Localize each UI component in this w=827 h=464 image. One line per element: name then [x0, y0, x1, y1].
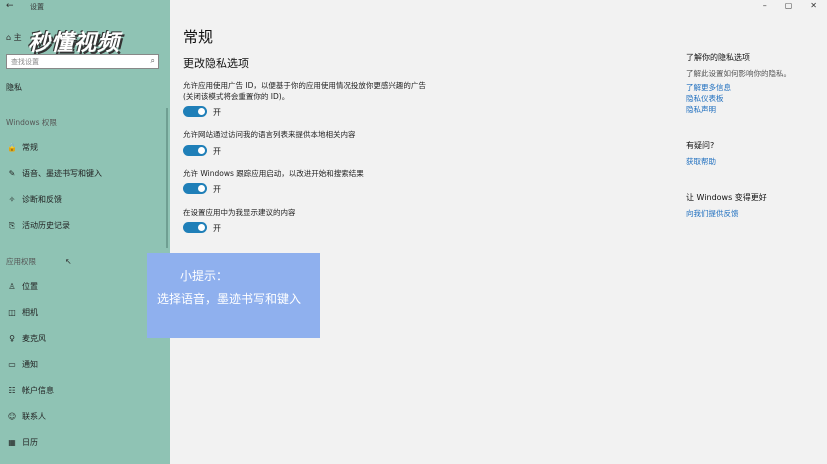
option-app-launch-tracking-text: 允许 Windows 跟踪应用启动，以改进开始和搜索结果 [183, 169, 364, 178]
sidebar-item-diagnostics[interactable]: ✧ 诊断和反馈 [6, 194, 62, 205]
sidebar-item-label: 联系人 [22, 412, 46, 421]
page-subtitle: 更改隐私选项 [183, 57, 249, 70]
history-icon: ⎘ [8, 220, 16, 230]
link-get-help[interactable]: 获取帮助 [686, 156, 716, 167]
account-info-icon: ☷ [8, 386, 16, 395]
toggle-state-label: 开 [213, 185, 221, 194]
watermark-logo: 秒懂视频 [28, 31, 121, 56]
option-advertising-id-text: 允许应用使用广告 ID，以便基于你的应用使用情况投放你更感兴趣的广告(关闭该模式… [183, 81, 426, 101]
sidebar-item-label: 语音、墨迹书写和键入 [22, 169, 102, 178]
app-title: 设置 [30, 3, 44, 11]
tip-overlay: 小提示： 选择语音，墨迹书写和键入 [147, 253, 320, 338]
mouse-cursor-icon: ↖ [65, 257, 72, 266]
sidebar-item-label: 诊断和反馈 [22, 195, 62, 204]
sidebar-item-label: 帐户信息 [22, 386, 54, 395]
close-button[interactable]: ✕ [810, 1, 817, 10]
camera-icon: ◫ [8, 308, 16, 317]
maximize-button[interactable]: ▢ [785, 1, 793, 10]
home-nav[interactable]: ⌂ 主 [6, 32, 22, 43]
search-placeholder: 查找设置 [11, 58, 39, 66]
know-privacy-title: 了解你的隐私选项 [686, 53, 750, 62]
calendar-icon: ▦ [8, 438, 16, 447]
link-privacy-dashboard[interactable]: 隐私仪表板 [686, 93, 724, 104]
sidebar-item-contacts[interactable]: ☺ 联系人 [6, 411, 46, 422]
title-bar: ← 设置 – ▢ ✕ [0, 0, 827, 14]
link-privacy-statement[interactable]: 隐私声明 [686, 104, 716, 115]
sidebar-item-microphone[interactable]: ♀ 麦克风 [6, 333, 46, 344]
minimize-button[interactable]: – [763, 1, 767, 10]
window-controls: – ▢ ✕ [763, 1, 817, 10]
option-language-list-text: 允许网站通过访问我的语言列表来提供本地相关内容 [183, 130, 356, 139]
sidebar-item-activity-history[interactable]: ⎘ 活动历史记录 [6, 220, 70, 231]
microphone-icon: ♀ [9, 334, 15, 343]
sidebar-item-notifications[interactable]: ▭ 通知 [6, 359, 38, 370]
contacts-icon: ☺ [7, 412, 17, 421]
link-give-feedback[interactable]: 向我们提供反馈 [686, 208, 739, 219]
sidebar-item-account-info[interactable]: ☷ 帐户信息 [6, 385, 54, 396]
tip-body: 选择语音，墨迹书写和键入 [157, 292, 302, 306]
search-input[interactable]: 查找设置 ⌕ [6, 54, 159, 69]
sidebar-item-speech[interactable]: ✎ 语音、墨迹书写和键入 [6, 168, 102, 179]
sidebar-item-label: 相机 [22, 308, 38, 317]
feedback-icon: ✧ [8, 195, 16, 204]
home-icon: ⌂ [6, 33, 12, 42]
link-learn-more[interactable]: 了解更多信息 [686, 82, 731, 93]
sidebar-item-label: 活动历史记录 [22, 221, 70, 230]
group-windows-permissions: Windows 权限 [6, 118, 57, 127]
section-title: 隐私 [6, 83, 22, 92]
notification-icon: ▭ [8, 360, 16, 369]
search-icon[interactable]: ⌕ [151, 56, 155, 66]
improve-windows-title: 让 Windows 变得更好 [686, 193, 767, 202]
sidebar-item-label: 麦克风 [22, 334, 46, 343]
toggle-suggested-content[interactable] [183, 222, 207, 233]
toggle-advertising-id[interactable] [183, 106, 207, 117]
tip-title: 小提示： [180, 269, 229, 283]
sidebar-item-label: 通知 [22, 360, 38, 369]
toggle-language-list[interactable] [183, 145, 207, 156]
sidebar-item-label: 日历 [22, 438, 38, 447]
sidebar-item-camera[interactable]: ◫ 相机 [6, 307, 38, 318]
sidebar-item-label: 常规 [22, 143, 38, 152]
toggle-app-launch-tracking[interactable] [183, 183, 207, 194]
sidebar-scrollbar[interactable] [166, 108, 168, 248]
group-app-permissions: 应用权限 [6, 257, 36, 266]
pen-icon: ✎ [8, 169, 16, 178]
toggle-state-label: 开 [213, 108, 221, 117]
question-title: 有疑问? [686, 141, 715, 150]
lock-icon: 🔒 [7, 143, 17, 152]
toggle-state-label: 开 [213, 147, 221, 156]
back-arrow-icon[interactable]: ← [6, 1, 14, 11]
know-privacy-text: 了解此设置如何影响你的隐私。 [686, 69, 791, 78]
home-label: 主 [13, 33, 22, 42]
sidebar-item-location[interactable]: ♙ 位置 [6, 281, 38, 292]
sidebar-item-calendar[interactable]: ▦ 日历 [6, 437, 38, 448]
sidebar-item-general[interactable]: 🔒 常规 [6, 142, 38, 153]
location-icon: ♙ [8, 282, 16, 291]
sidebar-item-label: 位置 [22, 282, 38, 291]
page-title: 常规 [183, 28, 214, 46]
toggle-state-label: 开 [213, 224, 221, 233]
option-suggested-content-text: 在设置应用中为我显示建议的内容 [183, 208, 296, 217]
